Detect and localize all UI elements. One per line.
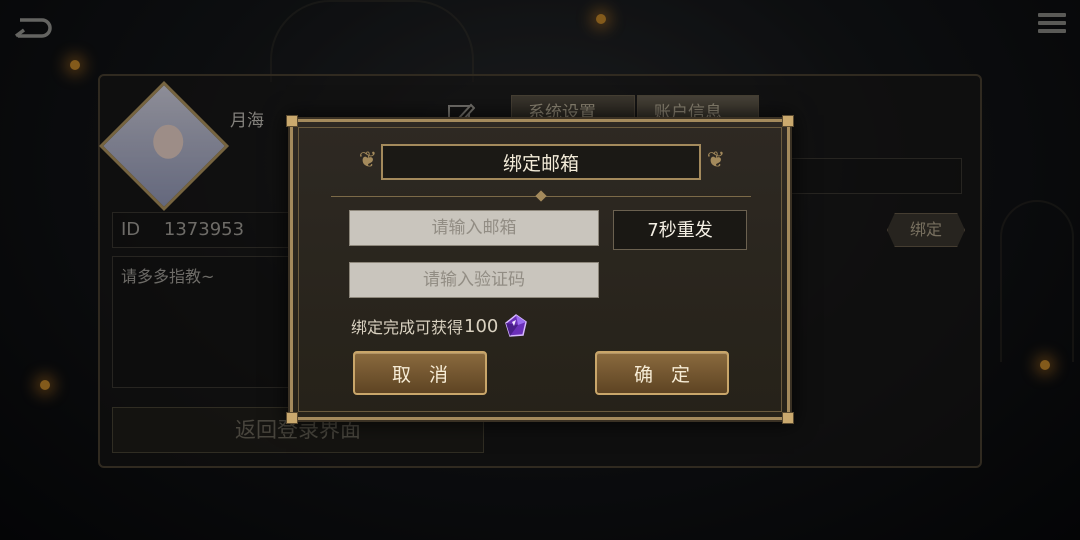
corner-ornament: [782, 412, 794, 424]
divider-ornament: [535, 190, 547, 202]
confirm-button[interactable]: 确定: [595, 351, 729, 395]
dialog-title: 绑定邮箱: [381, 144, 701, 180]
reward-amount: 100: [464, 315, 499, 337]
corner-ornament: [782, 115, 794, 127]
corner-ornament: [286, 412, 298, 424]
bind-email-dialog: ❦ 绑定邮箱 ❦ 7秒重发 绑定完成可获得 100 取消 确定: [286, 115, 794, 424]
flourish-left-icon: ❦: [358, 148, 378, 173]
flourish-right-icon: ❦: [706, 148, 726, 173]
cancel-button[interactable]: 取消: [353, 351, 487, 395]
reward-text: 绑定完成可获得: [351, 318, 464, 337]
reward-info: 绑定完成可获得 100: [351, 314, 528, 338]
verification-code-input[interactable]: [349, 262, 599, 298]
corner-ornament: [286, 115, 298, 127]
email-input[interactable]: [349, 210, 599, 246]
resend-code-button[interactable]: 7秒重发: [613, 210, 747, 250]
purple-gem-icon: [505, 314, 528, 337]
